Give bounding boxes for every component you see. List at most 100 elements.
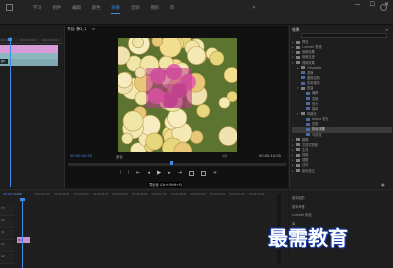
rose-shape	[118, 72, 133, 89]
effect-label: 彩色浮雕	[312, 127, 325, 132]
panel-menu-icon[interactable]: ≡	[92, 27, 95, 31]
rose-shape	[223, 67, 237, 83]
minimize-button[interactable]: —	[355, 1, 361, 8]
program-scrubber[interactable]	[68, 163, 286, 166]
effect-icon	[301, 71, 305, 75]
folder-icon	[296, 50, 300, 54]
program-monitor-tab[interactable]: 节目: 静2_1	[67, 27, 87, 32]
effects-folder[interactable]: ▸ 颜色校正	[292, 169, 392, 174]
mark-in-icon[interactable]: ⦙	[120, 170, 121, 176]
go-to-out-icon[interactable]: ⇥	[178, 170, 182, 176]
video-frame	[118, 38, 237, 152]
track-header[interactable]: V2	[0, 218, 14, 228]
folder-icon	[296, 40, 300, 44]
effect-label: 沉浸式视频	[302, 142, 318, 147]
track-header[interactable]: V3	[0, 206, 14, 216]
panel-menu-icon[interactable]: ≡	[385, 27, 388, 32]
effect-label: 调整	[302, 158, 309, 163]
essential-item[interactable]: 基本图形	[292, 195, 312, 204]
export-frame-icon[interactable]	[200, 170, 206, 176]
more-workspaces-button[interactable]: »	[252, 4, 256, 11]
effect-label: 图像控制	[307, 75, 320, 80]
search-icon[interactable]	[380, 4, 387, 11]
effect-label: 变换	[312, 96, 319, 101]
effect-label: Lumetri 预设	[302, 45, 322, 50]
ruler-label: 00:00:10:00	[42, 39, 58, 42]
folder-icon	[296, 143, 300, 147]
mark-out-icon[interactable]: ⦙	[128, 170, 129, 176]
ruler-label: 00:00:10:00	[210, 193, 226, 196]
rose-shape	[196, 104, 211, 118]
ruler-label: 00:00:04:00	[93, 193, 109, 196]
effect-label: 实用程序	[307, 81, 320, 86]
workspace-tab[interactable]: 颜色	[92, 5, 101, 14]
ruler-label: 00:00:11:00	[229, 193, 245, 196]
effects-panel-title[interactable]: 效果	[292, 27, 300, 33]
ruler-label: 00:00:05:00	[20, 39, 36, 42]
effect-icon	[306, 107, 310, 111]
workspace-tab[interactable]: 音频	[131, 5, 140, 14]
rose-shape	[122, 110, 144, 132]
playhead-handle[interactable]	[8, 38, 12, 41]
adjustment-clip[interactable]	[0, 45, 58, 53]
folder-icon	[296, 153, 300, 157]
effect-label: Alpha 发光	[312, 117, 329, 122]
folder-icon	[296, 148, 300, 152]
playhead-line	[10, 37, 11, 187]
ruler-label: 00:00:09:00	[190, 193, 206, 196]
step-back-icon[interactable]: ◂	[147, 170, 150, 176]
folder-icon	[296, 138, 300, 142]
zoom-dropdown[interactable]: 适合	[116, 154, 123, 159]
go-to-in-icon[interactable]: ⇤	[136, 170, 140, 176]
effect-label: 变换	[307, 70, 314, 75]
workspace-tab[interactable]: 图形	[151, 5, 160, 14]
rose-shape	[218, 97, 231, 109]
ruler-label: 00:00:12:00	[249, 193, 265, 196]
track-header[interactable]: A2	[0, 254, 14, 264]
effect-label: 音频效果	[302, 50, 315, 55]
timeline-clip[interactable]: 静2	[17, 237, 30, 243]
effect-icon	[301, 76, 305, 80]
effect-label: 视频效果	[302, 60, 315, 65]
effect-icon	[306, 127, 310, 131]
workspace-tab[interactable]: 组件	[53, 5, 62, 14]
maximize-button[interactable]: ☐	[370, 1, 375, 8]
new-bin-icon[interactable]: ▣	[381, 182, 385, 187]
resolution-dropdown[interactable]: 1/2	[222, 154, 227, 158]
workspace-tab[interactable]: 编辑	[72, 5, 81, 14]
track-header[interactable]: V1	[0, 230, 14, 240]
workspace-tab[interactable]: 效果	[111, 5, 120, 14]
timeline-playhead-handle[interactable]	[20, 198, 25, 201]
folder-icon	[296, 55, 300, 59]
folder-icon	[296, 45, 300, 49]
rose-shape	[218, 126, 237, 146]
add-button-icon[interactable]: +	[213, 170, 217, 176]
current-timecode[interactable]: 00:00:04:20	[70, 154, 92, 158]
rose-shape	[121, 132, 133, 145]
rose-shape	[132, 38, 144, 49]
lift-icon[interactable]	[188, 170, 194, 176]
home-icon[interactable]	[6, 4, 13, 11]
play-icon[interactable]: ▶	[157, 170, 161, 176]
track-header[interactable]: A1	[0, 242, 14, 252]
workspace-tab[interactable]: 学习	[33, 5, 42, 14]
video-clip[interactable]	[0, 59, 58, 66]
ruler-label: 00:00:01:00	[34, 193, 50, 196]
timeline-ruler[interactable]: 00:00 00:00:01:00 00:00:02:00 00:00:03:00 00…	[15, 193, 264, 198]
scrubber-playhead[interactable]	[170, 161, 173, 165]
step-forward-icon[interactable]: ▸	[168, 170, 171, 176]
timeline-playhead	[22, 198, 23, 268]
timeline-panel	[0, 189, 288, 268]
essential-item[interactable]: 基本声音	[292, 204, 312, 213]
effect-label: 风格化	[307, 111, 317, 116]
workspace-tab[interactable]: 库	[170, 5, 174, 14]
effect-icon	[306, 122, 310, 126]
ruler-label: 00:00:03:00	[73, 193, 89, 196]
effect-label: 音频过渡	[302, 55, 315, 60]
rose-shape	[145, 132, 164, 151]
folder-icon	[301, 112, 305, 116]
effects-search-input[interactable]	[301, 33, 387, 38]
essential-item[interactable]: Lumetri 颜色	[292, 212, 312, 221]
transport-controls: ⦙ ⦙ ⇤ ◂ ▶ ▸ ⇥ +	[120, 170, 217, 176]
effect-label: Obsolete	[307, 65, 322, 70]
